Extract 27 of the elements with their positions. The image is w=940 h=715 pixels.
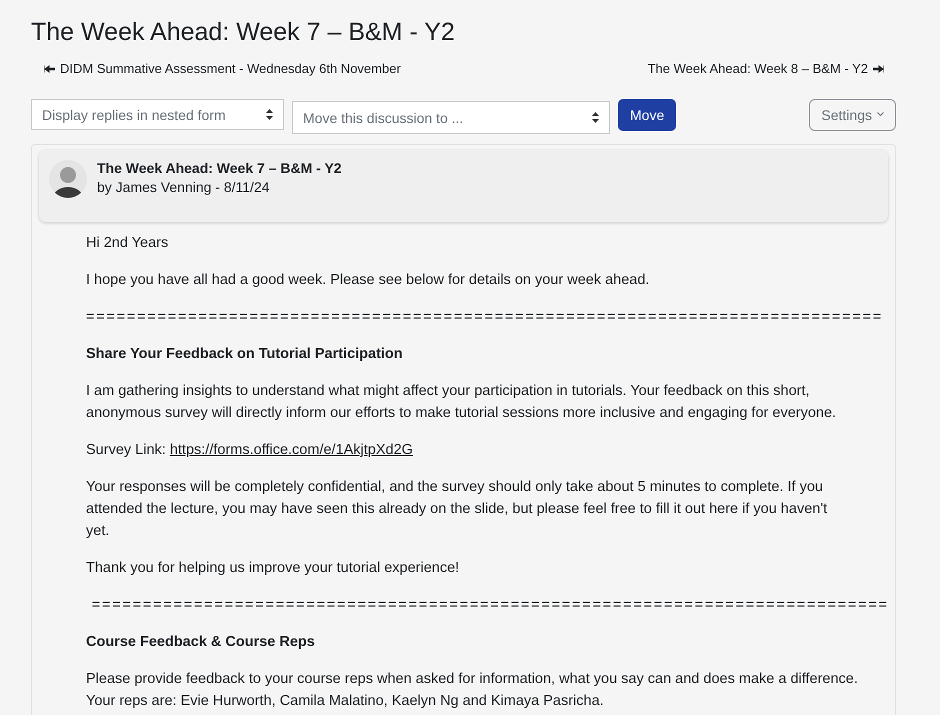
post-paragraph: I am gathering insights to understand what might affect your participation in tutorials. Your feedback on this short, anonymous survey will directly inform our efforts to make tutorial sessions more inclusive and engaging for everyone. bbox=[86, 382, 838, 423]
separator-text: ============================================================================== bbox=[86, 308, 884, 327]
survey-label: Survey Link: bbox=[86, 442, 167, 458]
move-discussion-select[interactable]: Move this discussion to ... bbox=[292, 101, 610, 134]
survey-link[interactable]: https://forms.office.com/e/1AkjtpXd2G bbox=[170, 442, 413, 458]
arrow-left-icon bbox=[44, 64, 55, 72]
move-button[interactable]: Move bbox=[618, 98, 676, 130]
post-paragraph: Please provide feedback to your course reps when asked for information, what you say can and does make a difference. Your reps are: Evie Hurworth, Camila Malatino, Kaelyn Ng and Kimaya Pasricha. bbox=[86, 670, 859, 711]
separator-text: ============================================================================== bbox=[90, 596, 888, 615]
chevron-down-icon bbox=[877, 112, 884, 117]
post-paragraph: I hope you have all had a good week. Please see below for details on your week ahead. bbox=[86, 271, 650, 290]
arrow-right-icon bbox=[873, 64, 884, 72]
post-paragraph: Thank you for helping us improve your tutorial experience! bbox=[86, 559, 460, 578]
post-paragraph: Your responses will be completely confidential, and the survey should only take about 5 minutes to complete. If you attended the lecture, you may have seen this already on the slide, but please feel free to fill it out here if you haven't yet. bbox=[86, 478, 828, 541]
post-byline: by James Venning - 8/11/24 bbox=[97, 179, 271, 195]
display-mode-select[interactable]: Display replies in nested form bbox=[31, 99, 284, 130]
avatar bbox=[49, 160, 87, 198]
settings-button[interactable]: Settings bbox=[809, 98, 896, 130]
updown-caret-icon bbox=[592, 112, 599, 123]
next-discussion-link[interactable]: The Week Ahead: Week 8 – B&M - Y2 bbox=[648, 61, 884, 76]
section-heading: Course Feedback & Course Reps bbox=[86, 633, 316, 652]
post-paragraph: Hi 2nd Years bbox=[86, 234, 170, 253]
page-title: The Week Ahead: Week 7 – B&M - Y2 bbox=[31, 18, 456, 47]
post-title: The Week Ahead: Week 7 – B&M - Y2 bbox=[97, 160, 342, 176]
previous-discussion-link[interactable]: DIDM Summative Assessment - Wednesday 6th November bbox=[44, 61, 401, 76]
section-heading: Share Your Feedback on Tutorial Participation bbox=[86, 345, 404, 364]
updown-caret-icon bbox=[266, 109, 273, 120]
